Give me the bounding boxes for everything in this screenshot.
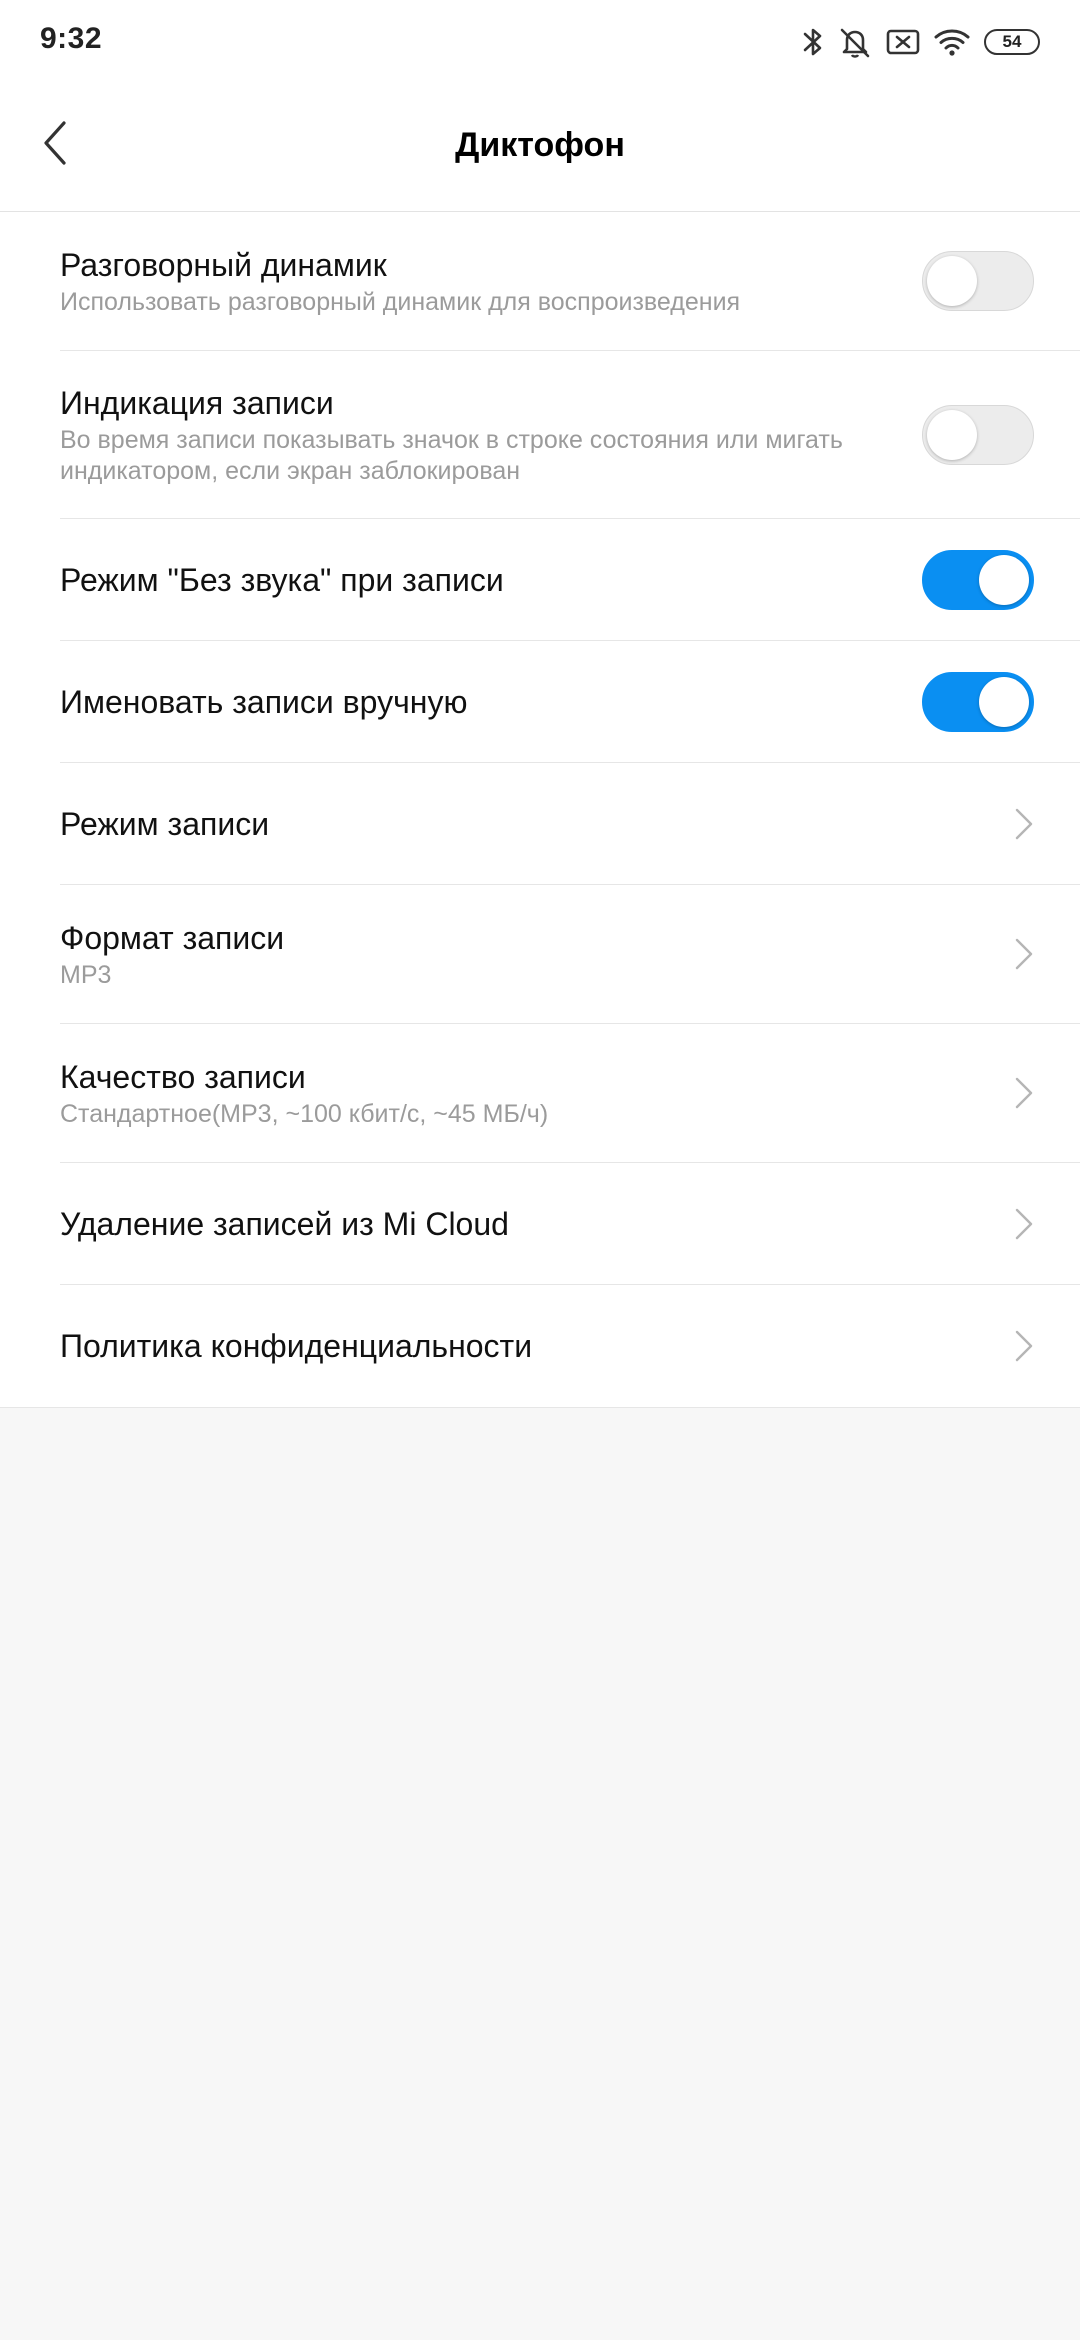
row-subtitle: Стандартное(MP3, ~100 кбит/с, ~45 МБ/ч): [60, 1099, 549, 1128]
row-text: Формат записи MP3: [60, 918, 1004, 991]
setting-row-recording-mode[interactable]: Режим записи: [60, 763, 1080, 885]
row-text: Именовать записи вручную: [60, 682, 922, 722]
row-title: Разговорный динамик: [60, 246, 387, 283]
row-text: Удаление записей из Mi Cloud: [60, 1204, 1004, 1244]
row-title: Режим "Без звука" при записи: [60, 561, 504, 598]
toggle-recording-indicator[interactable]: [922, 404, 1034, 465]
row-text: Качество записи Стандартное(MP3, ~100 кб…: [60, 1057, 1004, 1130]
setting-row-recording-indicator[interactable]: Индикация записи Во время записи показыв…: [60, 351, 1080, 519]
setting-row-recording-format[interactable]: Формат записи MP3: [60, 885, 1080, 1024]
row-title: Удаление записей из Mi Cloud: [60, 1205, 509, 1242]
row-text: Режим записи: [60, 804, 1004, 844]
row-title: Формат записи: [60, 919, 285, 956]
setting-row-silent-mode[interactable]: Режим "Без звука" при записи: [60, 519, 1080, 641]
toggle-knob: [927, 256, 977, 306]
toggle-manual-naming[interactable]: [922, 671, 1034, 732]
toggle-knob: [927, 409, 977, 460]
row-title: Политика конфиденциальности: [60, 1328, 533, 1364]
setting-row-speaker[interactable]: Разговорный динамик Использовать разгово…: [60, 212, 1080, 351]
top-bar: 9:32 54 Диктофон: [0, 0, 1080, 212]
setting-row-privacy-policy[interactable]: Политика конфиденциальности: [60, 1285, 1080, 1407]
wifi-icon: [934, 27, 970, 57]
row-subtitle: Использовать разговорный динамик для вос…: [60, 287, 741, 316]
toggle-speaker[interactable]: [922, 251, 1034, 311]
row-title: Режим записи: [60, 805, 270, 842]
row-text: Индикация записи Во время записи показыв…: [60, 383, 922, 487]
chevron-right-icon: [1004, 934, 1034, 974]
title-bar: Диктофон: [0, 80, 1080, 212]
setting-row-recording-quality[interactable]: Качество записи Стандартное(MP3, ~100 кб…: [60, 1024, 1080, 1163]
row-title: Качество записи: [60, 1058, 306, 1095]
setting-row-mi-cloud-delete[interactable]: Удаление записей из Mi Cloud: [60, 1163, 1080, 1285]
status-bar: 9:32 54: [0, 0, 1080, 80]
row-title: Именовать записи вручную: [60, 683, 468, 720]
row-text: Политика конфиденциальности: [60, 1326, 1004, 1366]
page-title: Диктофон: [455, 126, 625, 164]
setting-row-manual-naming[interactable]: Именовать записи вручную: [60, 641, 1080, 763]
row-subtitle: MP3: [60, 960, 112, 989]
row-title: Индикация записи: [60, 384, 334, 421]
sim-off-icon: [886, 28, 920, 56]
bluetooth-icon: [802, 25, 824, 59]
chevron-right-icon: [1004, 1326, 1034, 1366]
bell-off-icon: [838, 25, 872, 59]
toggle-silent-mode[interactable]: [922, 549, 1034, 610]
toggle-knob: [979, 554, 1029, 605]
chevron-right-icon: [1004, 1204, 1034, 1244]
chevron-right-icon: [1004, 1073, 1034, 1113]
settings-list: Разговорный динамик Использовать разгово…: [0, 212, 1080, 1408]
row-subtitle: Во время записи показывать значок в стро…: [60, 425, 843, 485]
battery-indicator: 54: [984, 29, 1040, 55]
toggle-knob: [979, 676, 1029, 727]
status-icons: 54: [802, 22, 1040, 62]
status-time: 9:32: [40, 22, 103, 55]
chevron-right-icon: [1004, 804, 1034, 844]
row-text: Разговорный динамик Использовать разгово…: [60, 245, 922, 318]
row-text: Режим "Без звука" при записи: [60, 560, 922, 600]
